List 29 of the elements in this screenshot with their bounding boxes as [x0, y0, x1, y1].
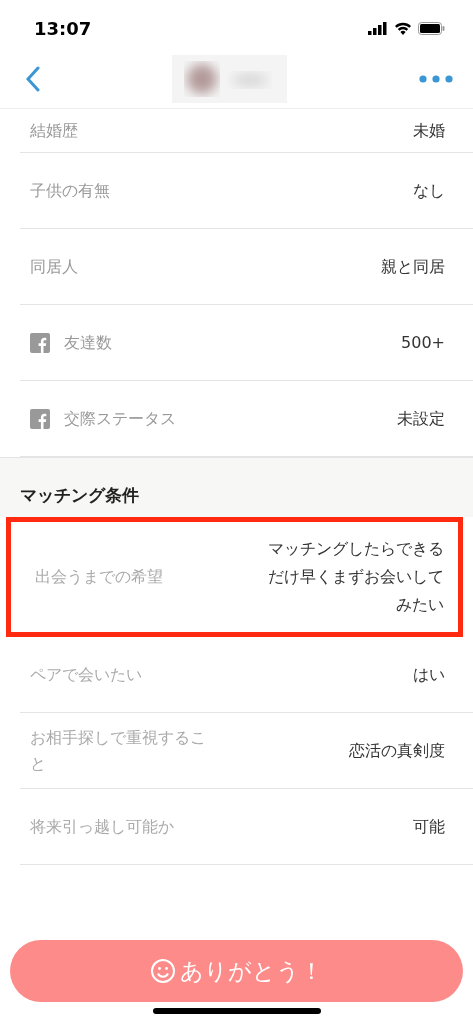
- row-value: 親と同居: [381, 255, 445, 278]
- row-label: 結婚歴: [30, 119, 78, 142]
- row-value: 恋活の真剣度: [349, 739, 445, 762]
- smiley-icon: [150, 958, 176, 984]
- facebook-icon: [30, 408, 50, 429]
- row-label: 交際ステータス: [64, 407, 176, 430]
- back-icon[interactable]: [26, 66, 40, 92]
- row-label: 将来引っ越し可能か: [30, 815, 174, 838]
- row-value: 500+: [401, 331, 445, 354]
- thanks-button[interactable]: ありがとう！: [10, 940, 463, 1002]
- row-label: 友達数: [64, 331, 112, 354]
- row-label: ペアで会いたい: [30, 663, 142, 686]
- row-value: マッチングしたらできるだけ早くまずお会いしてみたい: [267, 538, 444, 616]
- row-value: はい: [413, 663, 445, 686]
- section-title: マッチング条件: [20, 485, 139, 505]
- battery-icon: [418, 21, 445, 35]
- wifi-icon: [394, 21, 412, 35]
- signal-icon: [368, 21, 388, 35]
- status-time: 13:07: [34, 17, 92, 39]
- row-label: 出会うまでの希望: [35, 566, 163, 589]
- row-label: 子供の有無: [30, 179, 110, 202]
- row-value: 未設定: [397, 407, 445, 430]
- facebook-icon: [30, 332, 50, 353]
- more-icon[interactable]: [419, 75, 453, 83]
- row-value: 未婚: [413, 119, 445, 142]
- row-label: お相手探しで重視すること: [30, 726, 207, 775]
- row-value: なし: [413, 179, 445, 202]
- row-label: 同居人: [30, 255, 78, 278]
- row-value: 可能: [413, 815, 445, 838]
